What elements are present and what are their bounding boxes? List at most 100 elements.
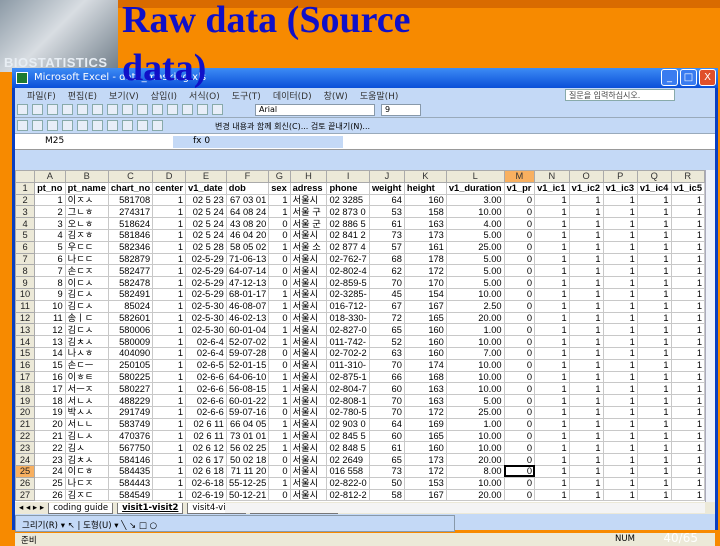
menu-item[interactable]: 파일(F) xyxy=(27,89,56,102)
cell[interactable]: 1 xyxy=(568,488,604,502)
cell[interactable]: 1 xyxy=(602,276,638,289)
cell[interactable]: 73 xyxy=(368,464,405,478)
cell[interactable]: 1 xyxy=(268,323,291,337)
cell[interactable]: 12 xyxy=(34,323,66,337)
cell[interactable]: 60-01-04 xyxy=(225,323,270,337)
cell[interactable]: 1 xyxy=(534,358,570,372)
cell[interactable]: 50 02 18 xyxy=(225,453,270,466)
cell[interactable]: 43 08 20 xyxy=(225,217,270,230)
cell[interactable]: 서울시 xyxy=(289,453,328,466)
cell[interactable]: 김ㄷㅅ xyxy=(64,323,109,337)
row-header[interactable]: 19 xyxy=(15,394,36,407)
row-header[interactable]: 7 xyxy=(15,252,36,266)
draw-menu-button[interactable]: 그리기(R) xyxy=(22,521,58,531)
cell[interactable]: 1 xyxy=(602,464,638,478)
cell[interactable]: 1 xyxy=(568,417,604,431)
row-header[interactable]: 11 xyxy=(15,299,36,313)
row-header[interactable]: 25 xyxy=(15,464,36,478)
cell[interactable]: 1 xyxy=(670,441,705,455)
vertical-scrollbar[interactable] xyxy=(705,170,715,502)
cell[interactable]: 02 5 24 xyxy=(185,205,227,219)
cell[interactable]: 0 xyxy=(268,488,291,502)
cell[interactable]: 170 xyxy=(403,276,447,289)
cell[interactable]: 4 xyxy=(34,228,66,242)
cell[interactable]: 1 xyxy=(534,217,570,230)
cell[interactable]: 160 xyxy=(403,335,447,348)
row-header[interactable]: 3 xyxy=(15,205,36,219)
sheet-tab[interactable]: coding guide xyxy=(48,502,114,514)
header-cell[interactable]: adress xyxy=(289,181,328,195)
cell[interactable]: 1 xyxy=(568,394,604,407)
cell[interactable]: 61 xyxy=(368,217,405,230)
cell[interactable]: 1 xyxy=(636,358,672,372)
cell[interactable]: 7 xyxy=(34,264,66,278)
cell[interactable]: 02-5-29 xyxy=(185,252,227,266)
cell[interactable]: 160 xyxy=(403,193,447,207)
cell[interactable]: 011-742- xyxy=(326,335,370,348)
cell[interactable]: 0 xyxy=(268,228,291,242)
cell[interactable]: 167 xyxy=(403,488,447,502)
cell[interactable]: 02-6-18 xyxy=(185,476,227,490)
row-header[interactable]: 23 xyxy=(15,441,36,455)
cell[interactable]: 172 xyxy=(403,264,447,278)
cell[interactable]: 70 xyxy=(368,394,405,407)
cell[interactable]: 02-6-19 xyxy=(185,488,227,502)
cell[interactable]: 1 xyxy=(268,193,291,207)
cell[interactable]: 178 xyxy=(403,252,447,266)
cell[interactable]: 64-06-10 xyxy=(225,370,270,384)
column-header[interactable]: L xyxy=(445,170,505,183)
horizontal-scrollbar[interactable] xyxy=(225,503,705,513)
cell[interactable]: 0 xyxy=(268,264,291,278)
cell[interactable]: 0 xyxy=(268,217,291,230)
cell[interactable]: 그ㄴㅎ xyxy=(64,205,109,219)
cell[interactable]: 02-702-2 xyxy=(326,346,370,360)
cell[interactable]: 1 xyxy=(568,346,604,360)
cell[interactable]: 02 6 11 xyxy=(185,417,227,431)
cell[interactable]: 10.00 xyxy=(445,382,505,396)
cell[interactable]: 1 xyxy=(670,429,705,443)
row-header[interactable]: 10 xyxy=(15,287,36,301)
cell[interactable]: 1 xyxy=(152,323,187,337)
cell[interactable]: 1 xyxy=(602,441,638,455)
cell[interactable]: 58 xyxy=(368,488,405,502)
cell[interactable]: 1 xyxy=(568,205,604,219)
column-header[interactable]: I xyxy=(326,170,370,183)
toolbar-button-icon[interactable] xyxy=(92,120,103,131)
cell[interactable]: 1 xyxy=(602,335,638,348)
cell[interactable]: 1 xyxy=(152,193,187,207)
cell[interactable]: 서울시 xyxy=(289,394,328,407)
toolbar-button-icon[interactable] xyxy=(47,104,58,115)
cell[interactable]: 55-12-25 xyxy=(225,476,270,490)
cell[interactable]: 02-6-4 xyxy=(185,335,227,348)
cell[interactable]: 4.00 xyxy=(445,217,505,230)
cell[interactable]: 1 xyxy=(568,441,604,455)
cell[interactable]: 1 xyxy=(670,217,705,230)
cell[interactable]: 김ㅊㅅ xyxy=(64,335,109,348)
cell[interactable]: 1 xyxy=(152,405,187,419)
cell[interactable]: 15 xyxy=(34,358,66,372)
cell[interactable]: 1 xyxy=(152,429,187,443)
menu-item[interactable]: 편집(E) xyxy=(68,89,97,102)
cell[interactable]: 1 xyxy=(602,417,638,431)
select-all-corner[interactable] xyxy=(15,170,36,183)
cell[interactable]: 1 xyxy=(636,276,672,289)
cell[interactable]: 1 xyxy=(602,240,638,254)
cell[interactable]: 02 2649 xyxy=(326,453,370,466)
column-header[interactable]: H xyxy=(289,170,328,183)
cell[interactable]: 0 xyxy=(503,217,536,230)
cell[interactable]: 0 xyxy=(503,228,536,242)
cell[interactable]: 0 xyxy=(503,335,536,348)
cell[interactable]: 1 xyxy=(602,358,638,372)
column-header[interactable]: K xyxy=(403,170,447,183)
cell[interactable]: 21 xyxy=(34,429,66,443)
header-cell[interactable]: v1_ic3 xyxy=(602,181,638,195)
cell[interactable]: 1 xyxy=(636,264,672,278)
header-cell[interactable]: v1_ic5 xyxy=(670,181,705,195)
cell[interactable]: 1 xyxy=(636,405,672,419)
cell[interactable]: 서울시 xyxy=(289,228,328,242)
cell[interactable]: 1 xyxy=(568,382,604,396)
cell[interactable]: 1 xyxy=(636,217,672,230)
cell[interactable]: 1 xyxy=(670,193,705,207)
cell[interactable]: 0 xyxy=(268,311,291,325)
cell[interactable]: 70 xyxy=(368,405,405,419)
